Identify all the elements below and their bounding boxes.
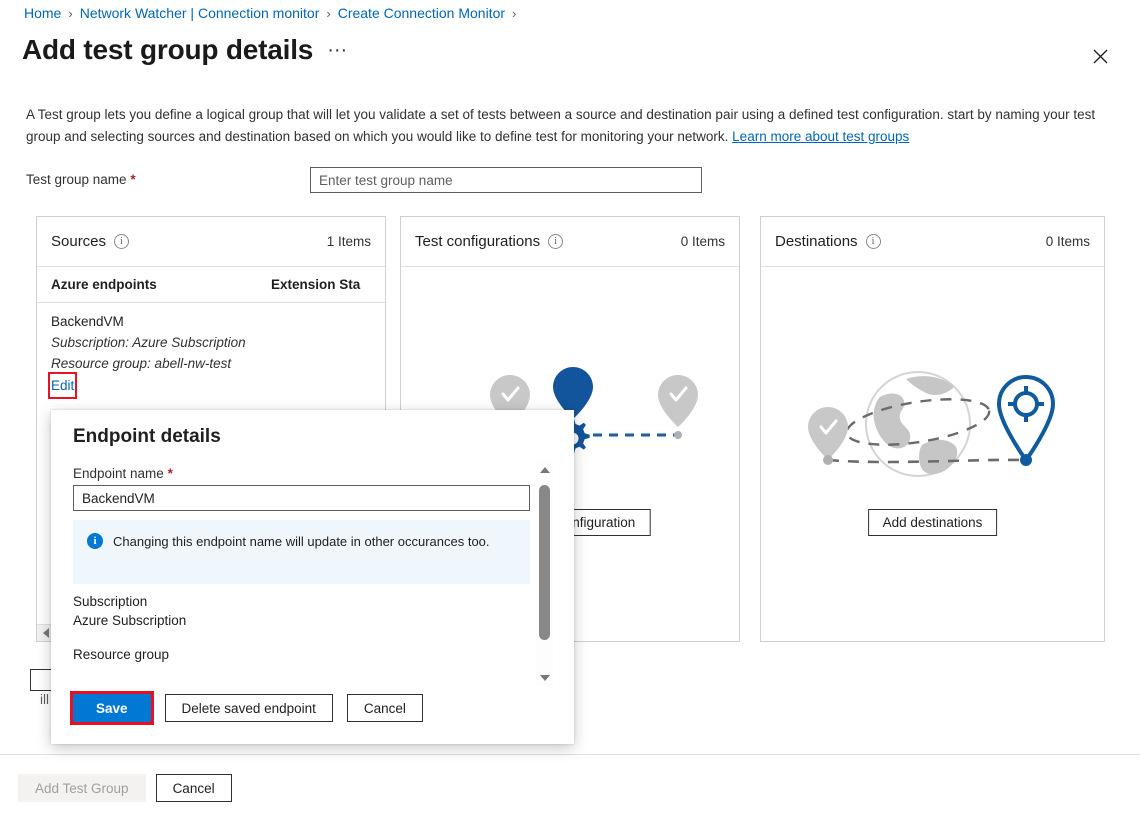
cancel-button[interactable]: Cancel — [156, 774, 232, 802]
add-test-group-button[interactable]: Add Test Group — [18, 774, 146, 802]
subscription-label: Subscription — [73, 594, 147, 609]
test-group-name-label: Test group name * — [26, 172, 136, 187]
destinations-panel-header: Destinations i 0 Items — [761, 217, 1104, 267]
scroll-down-arrow-icon[interactable] — [536, 669, 553, 686]
breadcrumb: Home › Network Watcher | Connection moni… — [24, 5, 516, 21]
breadcrumb-separator-icon: › — [68, 6, 72, 21]
globe-illustration-icon — [798, 367, 1068, 487]
required-indicator: * — [168, 466, 173, 481]
test-configurations-panel-header: Test configurations i 0 Items — [401, 217, 739, 267]
resource-group-label: Resource group — [73, 647, 169, 662]
dialog-actions: Save Delete saved endpoint Cancel — [73, 694, 423, 722]
add-test-group-details-page: Home › Network Watcher | Connection moni… — [0, 0, 1140, 824]
enable-checkbox[interactable] — [30, 669, 52, 691]
sources-panel-header: Sources i 1 Items — [37, 217, 385, 267]
learn-more-link[interactable]: Learn more about test groups — [732, 129, 909, 144]
footer-divider — [0, 754, 1140, 755]
footer-actions: Add Test Group Cancel — [18, 774, 232, 802]
info-icon[interactable]: i — [866, 234, 881, 249]
source-edit-link[interactable]: Edit — [51, 375, 74, 396]
destinations-illustration — [761, 367, 1104, 487]
more-options-button[interactable]: ··· — [327, 40, 347, 60]
title-row: Add test group details ··· — [22, 34, 347, 66]
close-button[interactable] — [1084, 40, 1116, 72]
sources-table-header: Azure endpoints Extension Sta — [37, 267, 385, 303]
info-message-box: i Changing this endpoint name will updat… — [73, 520, 530, 584]
destinations-panel: Destinations i 0 Items — [760, 216, 1105, 642]
subscription-value: Azure Subscription — [73, 613, 186, 628]
breadcrumb-separator-icon: › — [326, 6, 330, 21]
endpoint-name-input[interactable] — [73, 485, 530, 511]
scroll-up-arrow-icon[interactable] — [536, 461, 553, 478]
sources-panel-title: Sources — [51, 233, 106, 250]
info-message-text: Changing this endpoint name will update … — [113, 532, 490, 572]
test-configurations-item-count: 0 Items — [681, 234, 725, 249]
breadcrumb-item-network-watcher[interactable]: Network Watcher | Connection monitor — [80, 5, 320, 21]
page-title: Add test group details — [22, 34, 313, 66]
breadcrumb-item-home[interactable]: Home — [24, 5, 61, 21]
close-icon — [1093, 49, 1108, 64]
sources-column-azure-endpoints: Azure endpoints — [51, 277, 271, 292]
table-row: BackendVM Subscription: Azure Subscripti… — [37, 303, 385, 396]
required-indicator: * — [130, 172, 135, 187]
description-text: A Test group lets you define a logical g… — [26, 107, 1095, 144]
dialog-title: Endpoint details — [73, 426, 221, 448]
sources-item-count: 1 Items — [327, 234, 371, 249]
info-icon[interactable]: i — [114, 234, 129, 249]
source-subscription: Subscription: Azure Subscription — [51, 332, 371, 353]
destinations-panel-title: Destinations — [775, 233, 858, 250]
breadcrumb-separator-icon: › — [512, 6, 516, 21]
destinations-item-count: 0 Items — [1046, 234, 1090, 249]
endpoint-name-label-text: Endpoint name — [73, 466, 164, 481]
source-resource-group: Resource group: abell-nw-test — [51, 353, 371, 374]
info-filled-icon: i — [87, 533, 103, 549]
scroll-thumb[interactable] — [539, 485, 550, 640]
add-destinations-button[interactable]: Add destinations — [868, 509, 998, 536]
test-group-name-input[interactable] — [310, 167, 702, 193]
test-configurations-panel-title: Test configurations — [415, 233, 540, 250]
endpoint-details-dialog: Endpoint details Endpoint name * i Chang… — [51, 410, 574, 744]
dialog-cancel-button[interactable]: Cancel — [347, 694, 423, 722]
source-endpoint-name: BackendVM — [51, 311, 371, 332]
endpoint-name-label: Endpoint name * — [73, 466, 173, 481]
save-button[interactable]: Save — [73, 694, 151, 722]
delete-saved-endpoint-button[interactable]: Delete saved endpoint — [165, 694, 333, 722]
breadcrumb-item-create-connection-monitor[interactable]: Create Connection Monitor — [338, 5, 505, 21]
page-description: A Test group lets you define a logical g… — [26, 104, 1112, 148]
dialog-vertical-scrollbar[interactable] — [536, 461, 553, 686]
test-group-name-label-text: Test group name — [26, 172, 127, 187]
info-icon[interactable]: i — [548, 234, 563, 249]
sources-column-extension-status: Extension Sta — [271, 277, 371, 292]
